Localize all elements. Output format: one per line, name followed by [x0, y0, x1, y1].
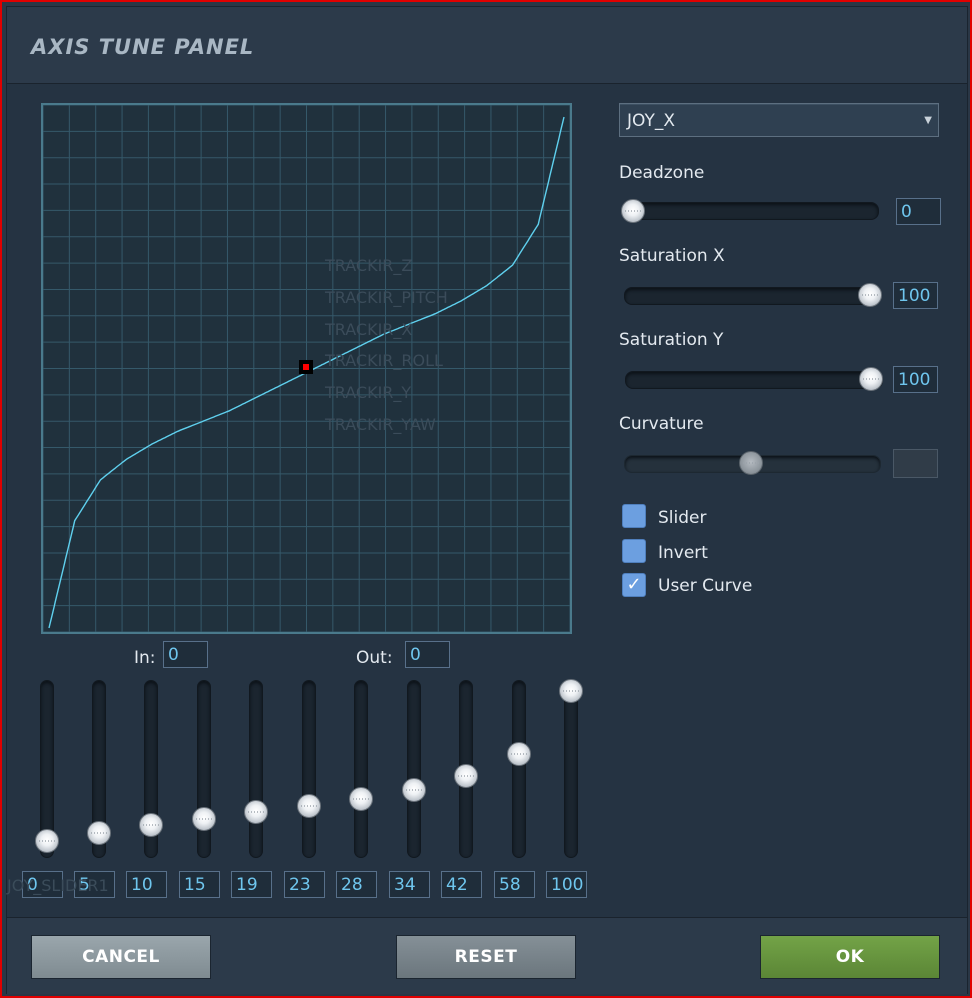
invert-checkbox[interactable]: [622, 539, 646, 563]
curve-point-value-field[interactable]: 58: [494, 871, 535, 898]
curve-point-slider-track[interactable]: [197, 680, 211, 858]
curve-point-slider-knob[interactable]: [454, 764, 478, 788]
button-bar: CANCEL RESET OK: [7, 917, 967, 994]
ok-button[interactable]: OK: [760, 935, 940, 979]
deadzone-slider-knob[interactable]: [621, 199, 645, 223]
saturation-y-slider-track[interactable]: [625, 371, 883, 389]
deadzone-label: Deadzone: [619, 163, 705, 183]
curve-point-value-field[interactable]: 42: [441, 871, 482, 898]
curve-point-value-field[interactable]: 15: [179, 871, 220, 898]
axis-select-dropdown[interactable]: JOY_X ▼: [619, 103, 939, 137]
curve-graph[interactable]: TRACKIR_Z TRACKIR_PITCH TRACKIR_X TRACKIR_R…: [41, 103, 572, 634]
chevron-down-icon: ▼: [924, 115, 932, 126]
title-bar: AXIS TUNE PANEL: [7, 7, 967, 84]
slider-checkbox-label: Slider: [658, 508, 707, 528]
curve-point-slider-knob[interactable]: [507, 742, 531, 766]
window-title: AXIS TUNE PANEL: [31, 35, 255, 59]
ghost-axis-item: TRACKIR_Z: [325, 256, 413, 275]
curve-point-slider-knob[interactable]: [192, 807, 216, 831]
slider-checkbox[interactable]: [622, 504, 646, 528]
ghost-axis-item: TRACKIR_Y: [325, 383, 412, 403]
ghost-axis-item: TRACKIR_YAW: [325, 414, 436, 434]
ghost-axis-item: TRACKIR_PITCH: [325, 287, 448, 307]
curve-point-value-field[interactable]: 28: [336, 871, 377, 898]
curve-point-slider-knob[interactable]: [402, 778, 426, 802]
saturation-y-label: Saturation Y: [619, 330, 724, 350]
curve-point-slider-knob[interactable]: [297, 794, 321, 818]
saturation-y-value-field[interactable]: 100: [893, 366, 938, 393]
curve-point-slider-track[interactable]: [564, 680, 578, 858]
out-value-field[interactable]: 0: [405, 641, 450, 668]
curvature-value-field[interactable]: [893, 449, 938, 478]
ghost-footer-label: JOY_SLIDER1: [7, 876, 109, 895]
curve-point-slider-track[interactable]: [512, 680, 526, 858]
user-curve-checkbox[interactable]: ✓: [622, 573, 646, 597]
curve-point-value-field[interactable]: 19: [231, 871, 272, 898]
curve-graph-canvas: [41, 103, 572, 634]
curve-point-value-field[interactable]: 10: [126, 871, 167, 898]
curve-point-slider-knob[interactable]: [349, 787, 373, 811]
saturation-x-slider-knob[interactable]: [858, 283, 882, 307]
curvature-label: Curvature: [619, 414, 704, 434]
saturation-x-label: Saturation X: [619, 246, 725, 266]
curve-point-slider-knob[interactable]: [559, 679, 583, 703]
curve-point-value-field[interactable]: 23: [284, 871, 325, 898]
in-value-field[interactable]: 0: [163, 641, 208, 668]
curve-point-slider-knob[interactable]: [35, 829, 59, 853]
axis-tune-window: AXIS TUNE PANEL TRACKIR_Z TRACKIR_PITCH TR…: [6, 6, 968, 994]
curve-point-slider-track[interactable]: [249, 680, 263, 858]
out-label: Out:: [356, 648, 393, 668]
curve-point-slider-track[interactable]: [302, 680, 316, 858]
checkmark-icon: ✓: [626, 574, 642, 595]
deadzone-value-field[interactable]: 0: [896, 198, 941, 225]
user-curve-checkbox-label: User Curve: [658, 576, 753, 596]
curve-point-slider-track[interactable]: [407, 680, 421, 858]
curve-point-value-field[interactable]: 34: [389, 871, 430, 898]
ghost-axis-item: TRACKIR_ROLL: [325, 351, 443, 371]
curve-point-slider-knob[interactable]: [87, 821, 111, 845]
saturation-y-slider-knob[interactable]: [859, 367, 883, 391]
curve-point-slider-knob[interactable]: [139, 813, 163, 837]
saturation-x-value-field[interactable]: 100: [893, 282, 938, 309]
ghost-axis-list: TRACKIR_Z TRACKIR_PITCH TRACKIR_X TRACKIR_R…: [325, 250, 448, 441]
ghost-axis-item: TRACKIR_X: [325, 319, 413, 339]
deadzone-slider-track[interactable]: [624, 202, 879, 220]
invert-checkbox-label: Invert: [658, 543, 708, 563]
in-label: In:: [134, 648, 156, 668]
curve-point-slider-track[interactable]: [354, 680, 368, 858]
curve-point-slider-knob[interactable]: [244, 800, 268, 824]
curve-point-value-field[interactable]: 100: [546, 871, 587, 898]
saturation-x-slider-track[interactable]: [624, 287, 881, 305]
axis-select-value: JOY_X: [627, 111, 675, 131]
cancel-button[interactable]: CANCEL: [31, 935, 211, 979]
reset-button[interactable]: RESET: [396, 935, 576, 979]
current-position-marker-dot: [303, 364, 309, 370]
curvature-slider-knob[interactable]: [739, 451, 763, 475]
